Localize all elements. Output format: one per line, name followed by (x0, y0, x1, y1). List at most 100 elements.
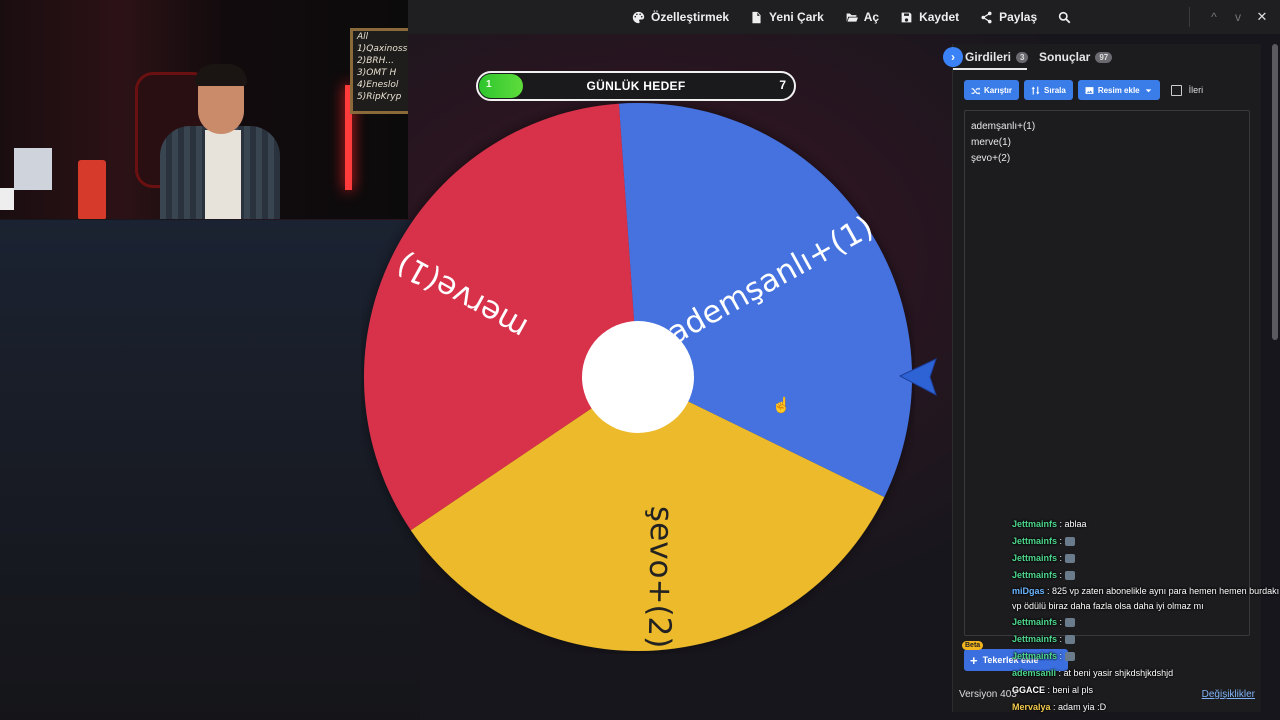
entry-line: şevo+(2) (971, 153, 1011, 164)
chat-separator: : (1057, 634, 1065, 644)
emote-icon (1064, 635, 1075, 645)
plus-icon: + (970, 652, 978, 668)
folder-open-icon (845, 12, 858, 22)
chat-message: miDgas : 825 vp zaten abonelikle aynı pa… (1012, 584, 1280, 614)
stream-chat-overlay: Jettmainfs : ablaa Jettmainfs : Jettmainf… (1012, 516, 1280, 716)
advanced-checkbox[interactable]: İleri (1170, 84, 1204, 96)
chat-username: Jettmainfs (1012, 634, 1058, 644)
window-controls-divider (1189, 7, 1190, 27)
chat-message: GGACE : beni al pls (1012, 682, 1280, 699)
page-scrollbar[interactable] (1272, 44, 1278, 340)
caret-down-icon (1145, 88, 1151, 92)
chevron-up-icon[interactable]: ^ (1202, 10, 1226, 24)
version-text: Versiyon 403 (959, 689, 1017, 700)
chat-message: Jettmainfs : (1012, 567, 1280, 584)
chat-text: ablaa (1064, 519, 1087, 529)
spin-wheel[interactable]: ademşanlı+(1) şevo+(2) merve(1) (361, 100, 915, 654)
share-button[interactable]: Paylaş (980, 10, 1037, 24)
share-icon (981, 11, 992, 23)
wheel-pointer-icon (898, 358, 937, 397)
new-wheel-label: Yeni Çark (769, 10, 824, 24)
file-icon (752, 11, 761, 23)
emote-icon (1064, 571, 1075, 581)
chat-separator: : (1057, 536, 1065, 546)
panel-tabs: › Girdileri 3 Sonuçlar 97 (943, 44, 1261, 70)
board-line: 2)BRH... (357, 56, 395, 66)
tab-inputs-label: Girdileri (965, 50, 1012, 64)
webcam-red-light (78, 160, 106, 219)
palette-icon (632, 11, 645, 23)
entry-line: ademşanlı+(1) (971, 121, 1036, 132)
chat-username: ademsanli (1012, 668, 1057, 678)
active-tab-underline (953, 68, 1027, 70)
chat-username: Jettmainfs (1012, 519, 1058, 529)
close-icon[interactable]: ✕ (1250, 9, 1274, 25)
wheel-segment-label: şevo+(2) (641, 506, 679, 649)
add-image-label: Resim ekle (1097, 85, 1140, 95)
sort-label: Sırala (1044, 85, 1066, 95)
open-button[interactable]: Aç (845, 10, 879, 24)
chat-separator: : (1056, 668, 1064, 678)
chat-separator: : (1057, 570, 1065, 580)
tab-inputs-count: 3 (1016, 51, 1029, 63)
share-label: Paylaş (999, 10, 1038, 24)
entries-action-bar: Karıştır Sırala Resim ekle İleri (964, 80, 1203, 100)
emote-icon (1064, 554, 1075, 564)
hand-cursor-icon: ☝ (772, 397, 791, 414)
chat-separator: : (1044, 586, 1053, 596)
goal-title: GÜNLÜK HEDEF (586, 79, 686, 93)
search-icon (1058, 11, 1071, 23)
add-image-button[interactable]: Resim ekle (1077, 80, 1160, 100)
emote-icon (1064, 537, 1075, 547)
webcam-box (14, 148, 52, 190)
sort-button[interactable]: Sırala (1024, 80, 1073, 100)
chat-message: Jettmainfs : (1012, 533, 1280, 550)
chat-username: Mervalya (1012, 702, 1051, 712)
tab-inputs[interactable]: Girdileri 3 (965, 50, 1029, 64)
advanced-checkbox-label: İleri (1188, 85, 1204, 95)
board-line: 4)Eneslol (357, 80, 399, 90)
collapse-panel-icon[interactable]: › (943, 47, 963, 67)
chat-separator: : (1057, 651, 1065, 661)
webcam-mug (0, 188, 14, 210)
chat-message: ademsanli : at beni yasir shjkdshjkdshjd (1012, 665, 1280, 682)
chat-separator: : (1050, 702, 1059, 712)
chat-separator: : (1057, 617, 1065, 627)
board-line: 3)OMT H (357, 68, 397, 78)
left-backdrop (0, 220, 420, 720)
checkbox-box[interactable] (1170, 84, 1182, 96)
webcam-person-tshirt (205, 130, 241, 219)
sort-icon (1031, 86, 1040, 94)
wheel-center-hub[interactable] (582, 321, 694, 433)
customize-label: Özelleştirmek (651, 10, 730, 24)
search-button[interactable] (1058, 11, 1071, 24)
save-label: Kaydet (919, 10, 960, 24)
chat-text: adam yia :D (1058, 702, 1107, 712)
emote-icon (1064, 652, 1075, 662)
chat-message: Jettmainfs : (1012, 631, 1280, 648)
tab-results-label: Sonuçlar (1039, 50, 1091, 64)
chat-username: Jettmainfs (1012, 617, 1058, 627)
save-button[interactable]: Kaydet (900, 10, 959, 24)
board-line: All (357, 32, 369, 42)
open-label: Aç (863, 10, 880, 24)
emote-icon (1064, 618, 1075, 628)
chat-username: Jettmainfs (1012, 553, 1058, 563)
daily-goal-bar: 1 GÜNLÜK HEDEF 7 (476, 71, 796, 101)
toolbar-menu: Özelleştirmek Yeni Çark Aç Kaydet Paylaş (632, 0, 1092, 34)
entry-line: merve(1) (971, 137, 1012, 148)
window-controls: ^ v ✕ (1189, 0, 1280, 34)
chat-message: Mervalya : adam yia :D (1012, 699, 1280, 716)
new-wheel-button[interactable]: Yeni Çark (750, 10, 824, 24)
chat-message: Jettmainfs : (1012, 550, 1280, 567)
chat-username: miDgas (1012, 586, 1045, 596)
shuffle-button[interactable]: Karıştır (964, 80, 1020, 100)
customize-button[interactable]: Özelleştirmek (632, 10, 729, 24)
chat-separator: : (1057, 519, 1065, 529)
image-icon (1085, 86, 1094, 94)
chat-username: Jettmainfs (1012, 536, 1058, 546)
chat-separator: : (1045, 685, 1053, 695)
tab-results[interactable]: Sonuçlar 97 (1039, 50, 1113, 64)
chevron-down-icon[interactable]: v (1226, 10, 1250, 24)
chat-message: Jettmainfs : ablaa (1012, 516, 1280, 533)
